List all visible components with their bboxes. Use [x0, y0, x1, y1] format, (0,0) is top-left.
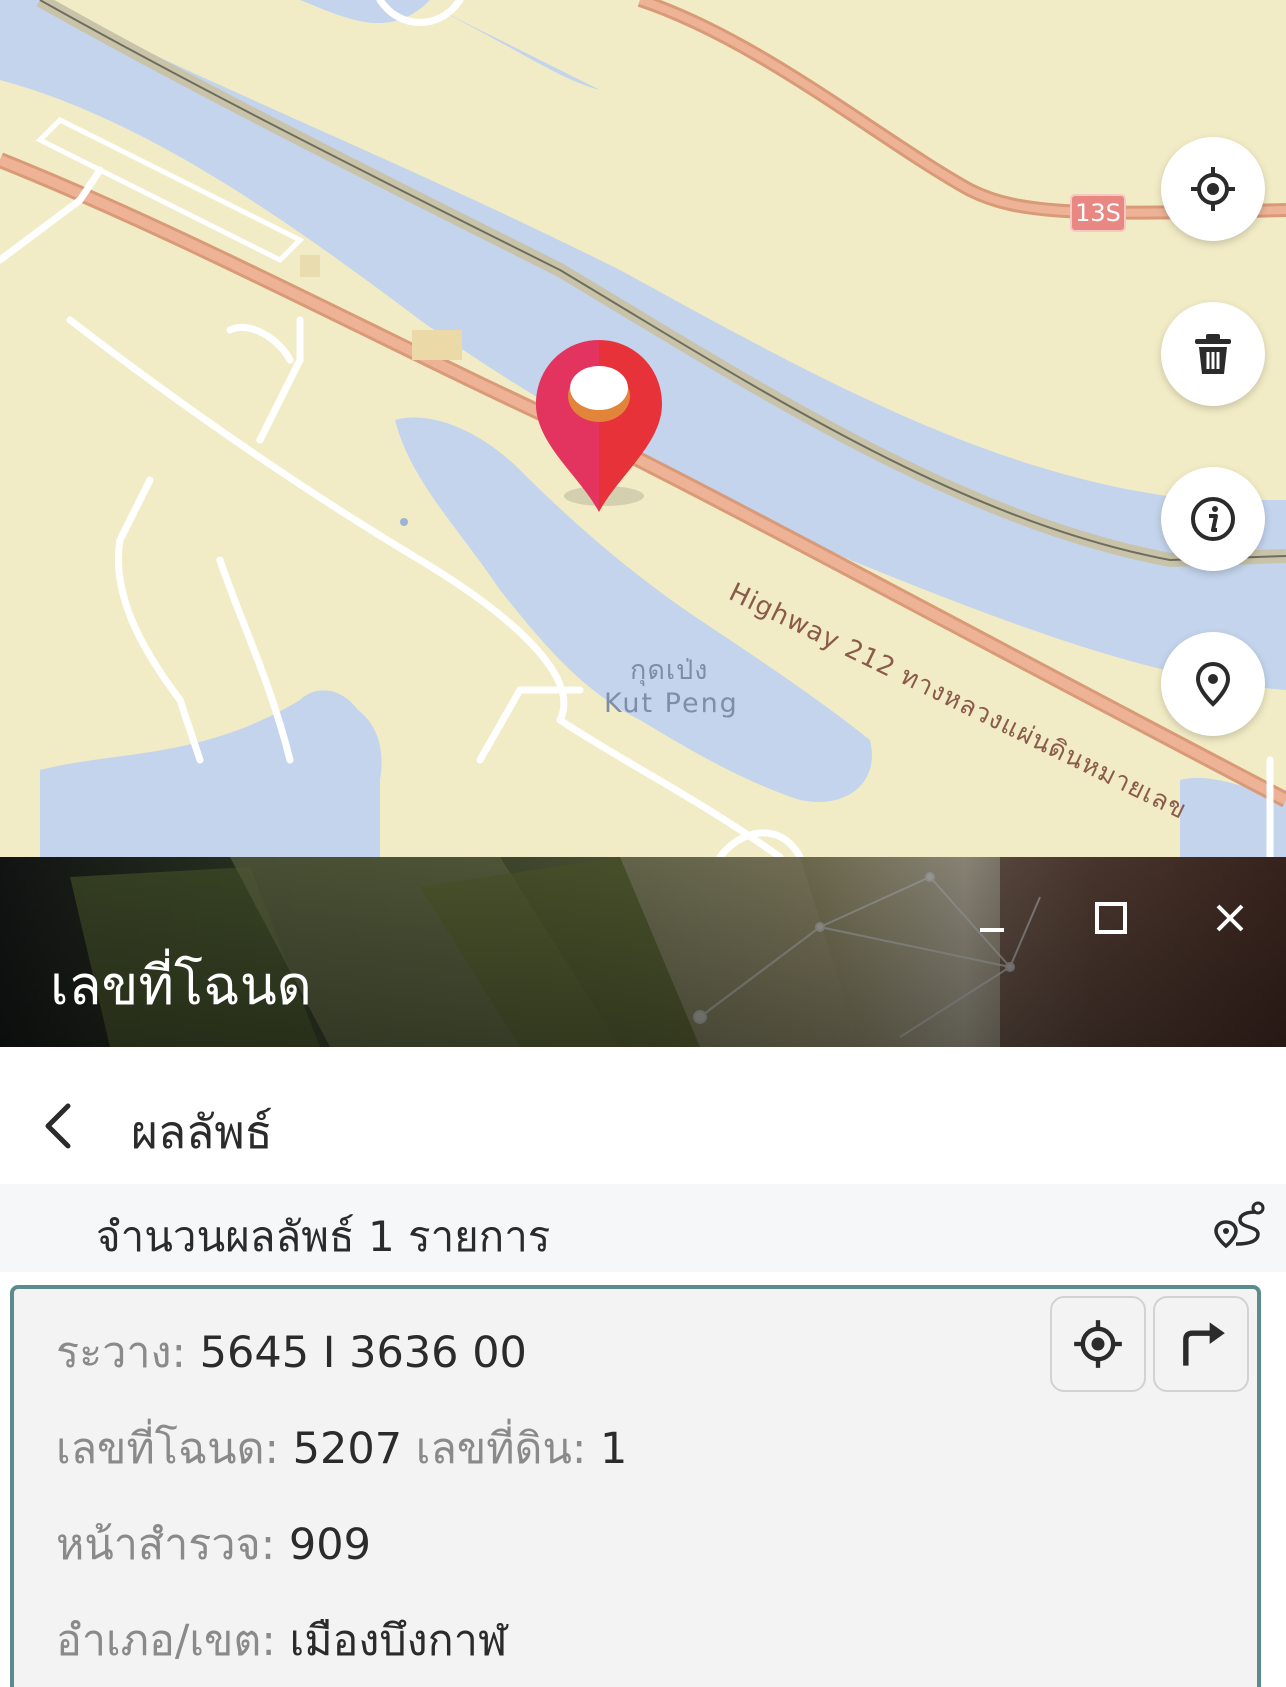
zoom-to-button[interactable] — [1050, 1296, 1146, 1392]
field-deed-label: เลขที่โฉนด: — [56, 1424, 279, 1474]
results-title: ผลลัพธ์ — [131, 1105, 273, 1159]
field-sheet: ระวาง: 5645 I 3636 00 — [56, 1318, 527, 1386]
crosshair-icon — [1191, 167, 1235, 211]
field-sheet-value: 5645 I 3636 00 — [199, 1328, 527, 1378]
chevron-left-icon[interactable] — [38, 1098, 78, 1154]
minimize-icon — [980, 928, 1004, 932]
field-district-label: อำเภอ/เขต: — [56, 1616, 276, 1666]
field-survey: หน้าสำรวจ: 909 — [56, 1510, 371, 1578]
field-survey-label: หน้าสำรวจ: — [56, 1520, 276, 1570]
map-pin-icon — [1195, 661, 1231, 707]
map-view[interactable]: กุดเป่ง Kut Peng Highway 212 ทางหลวงแผ่น… — [0, 0, 1286, 857]
turn-right-icon — [1183, 1322, 1225, 1366]
close-button[interactable] — [1202, 890, 1258, 946]
field-deed-value: 5207 — [292, 1424, 403, 1474]
locate-me-button[interactable] — [1161, 137, 1265, 241]
place-label-th: กุดเป่ง — [630, 655, 709, 686]
field-land-label: เลขที่ดิน: — [415, 1424, 587, 1474]
field-sheet-label: ระวาง: — [56, 1328, 186, 1378]
result-count: จำนวนผลลัพธ์ 1 รายการ — [96, 1212, 551, 1261]
close-icon — [1216, 904, 1244, 932]
panel-title: เลขที่โฉนด — [50, 954, 312, 1017]
info-icon — [1191, 497, 1235, 541]
maximize-button[interactable] — [1083, 890, 1139, 946]
minimize-button[interactable] — [964, 890, 1020, 946]
delete-button[interactable] — [1161, 302, 1265, 406]
field-land-value: 1 — [600, 1424, 628, 1474]
pin-button[interactable] — [1161, 632, 1265, 736]
field-deed: เลขที่โฉนด: 5207 เลขที่ดิน: 1 — [56, 1414, 627, 1482]
crosshair-icon — [1074, 1320, 1122, 1368]
route-icon[interactable] — [1214, 1198, 1266, 1250]
directions-button[interactable] — [1153, 1296, 1249, 1392]
maximize-icon — [1095, 902, 1127, 934]
route-shield: 13S — [1070, 194, 1126, 232]
field-survey-value: 909 — [288, 1520, 371, 1570]
place-label-en: Kut Peng — [604, 688, 739, 719]
field-district-value: เมืองบึงกาฬ — [289, 1616, 508, 1666]
trash-icon — [1195, 334, 1231, 374]
info-button[interactable] — [1161, 467, 1265, 571]
field-district: อำเภอ/เขต: เมืองบึงกาฬ — [56, 1606, 507, 1674]
location-marker-icon[interactable] — [532, 336, 666, 516]
